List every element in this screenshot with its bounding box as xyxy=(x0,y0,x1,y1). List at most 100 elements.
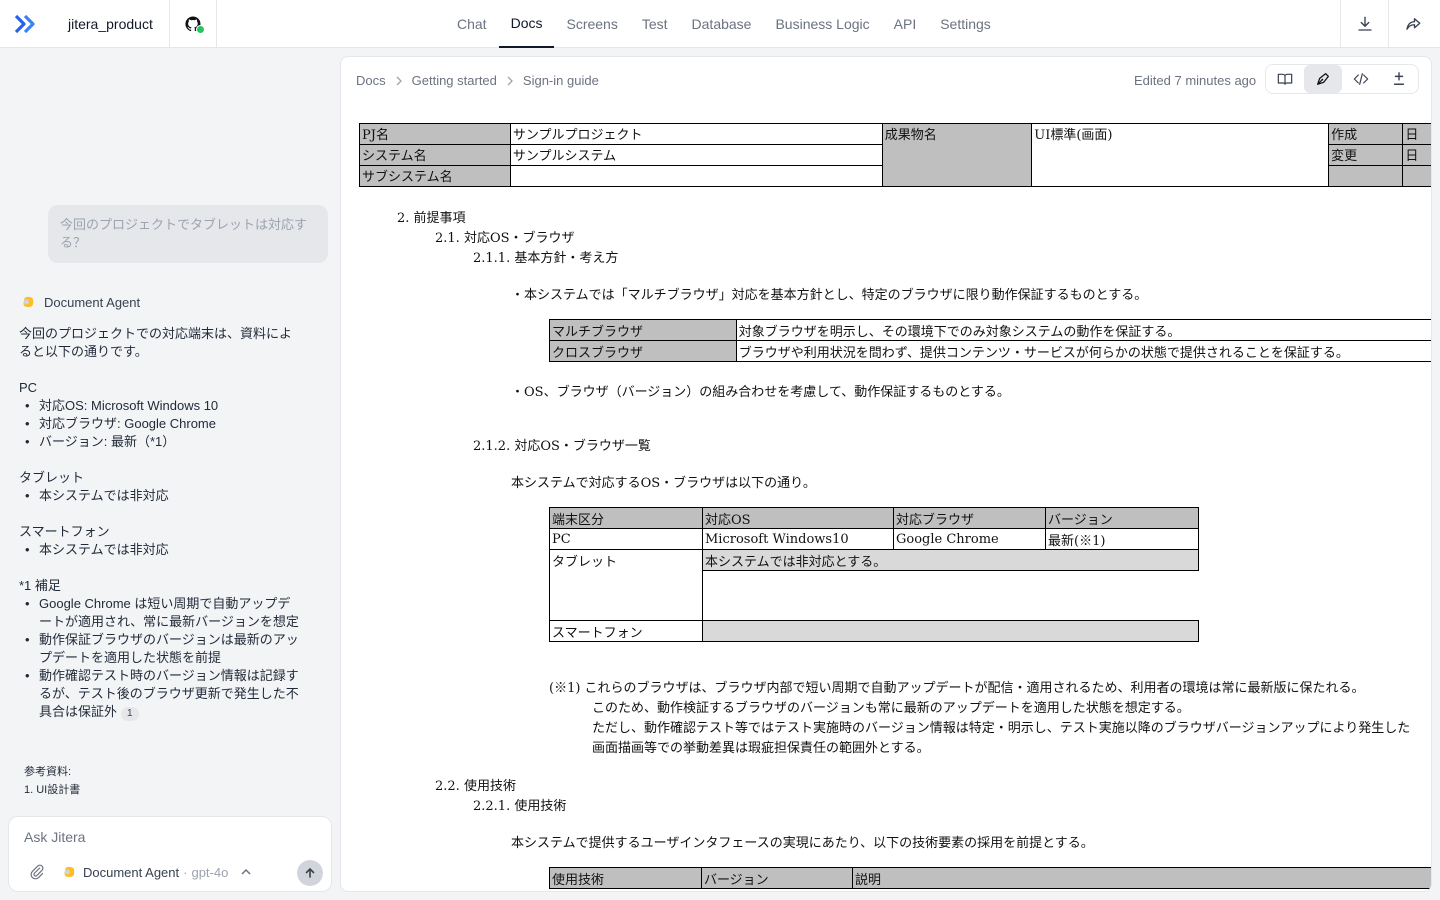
note-4: 画面描画等での挙動差異は瑕疵担保責任の範囲外とする。 xyxy=(592,741,930,756)
phone-heading: スマートフォン xyxy=(19,524,110,539)
share-button[interactable] xyxy=(1388,0,1436,48)
note-2: このため、動作検証するブラウザのバージョンも常に最新のアップデートを適用した状態… xyxy=(592,701,1190,716)
share-icon xyxy=(1405,18,1420,30)
document-content: PJ名 サンプルプロジェクト 成果物名 UI標準(画面) 作成 日 システム名 … xyxy=(341,103,1431,891)
tab-docs[interactable]: Docs xyxy=(498,0,555,48)
tablet-list: 本システムでは非対応 xyxy=(19,487,299,505)
created-label: 作成 xyxy=(1328,123,1404,145)
breadcrumb-docs[interactable]: Docs xyxy=(356,73,386,88)
list-item: 動作保証ブラウザのバージョンは最新のアップデートを適用した状態を前提 xyxy=(19,631,299,667)
tab-api[interactable]: API xyxy=(882,0,929,48)
model-selector[interactable]: Document Agent · gpt-4o xyxy=(83,865,252,880)
table-header: バージョン xyxy=(1045,507,1199,529)
chat-input-box: Ask Jitera Document Agent · gpt-4o xyxy=(8,816,332,892)
section-2-2-heading: 2.2. 使用技術 xyxy=(435,779,516,794)
composer-toolbar: Document Agent · gpt-4o xyxy=(29,864,252,880)
tab-screens[interactable]: Screens xyxy=(554,0,629,48)
os-browser-table: 端末区分 対応OS 対応ブラウザ バージョン PC Microsoft Wind… xyxy=(549,507,1199,642)
read-mode-button[interactable] xyxy=(1266,65,1304,93)
project-name[interactable]: jitera_product xyxy=(52,0,170,48)
edit-mode-button[interactable] xyxy=(1304,65,1342,93)
chevron-right-icon xyxy=(507,76,513,85)
main-nav: Chat Docs Screens Test Database Business… xyxy=(445,0,1003,48)
citation-badge[interactable]: 1 xyxy=(121,707,139,721)
tablet-heading: タブレット xyxy=(19,470,85,485)
list-item: 対応OS: Microsoft Windows 10 xyxy=(19,397,299,415)
user-message: 今回のプロジェクトでタブレットは対応する？ xyxy=(48,205,328,263)
subsystem-value xyxy=(509,165,883,187)
attach-icon[interactable] xyxy=(29,864,45,880)
table-cell xyxy=(703,571,1199,621)
document-panel: Docs Getting started Sign-in guide Edite… xyxy=(340,56,1432,892)
list-item: 対応ブラウザ: Google Chrome xyxy=(19,415,299,433)
send-button[interactable] xyxy=(297,860,323,886)
agent-header: Document Agent xyxy=(20,294,140,310)
section-2-1-heading: 2.1. 対応OS・ブラウザ xyxy=(435,231,575,246)
tab-chat[interactable]: Chat xyxy=(445,0,499,48)
references: 参考資料: 1. UI設計書 xyxy=(24,763,80,799)
agent-answer: 今回のプロジェクトでの対応端末は、資料によると以下の通りです。 PC 対応OS:… xyxy=(19,325,299,721)
combination-paragraph: ・OS、ブラウザ（バージョン）の組み合わせを考慮して、動作保証するものとする。 xyxy=(511,385,1010,400)
download-button[interactable] xyxy=(1340,0,1388,48)
changed-value: 日 xyxy=(1402,144,1431,166)
chevron-right-icon xyxy=(396,76,402,85)
note-3: ただし、動作確認テスト等ではテスト実施時のバージョン情報は特定・明示し、テスト実… xyxy=(592,721,1411,736)
breadcrumb-getting-started[interactable]: Getting started xyxy=(412,73,497,88)
pc-heading: PC xyxy=(19,380,38,395)
code-mode-button[interactable] xyxy=(1342,65,1380,93)
deliverable-value: UI標準(画面) xyxy=(1031,123,1330,187)
browser-policy-table: マルチブラウザ 対象ブラウザを明示し、その環境下でのみ対象システムの動作を保証す… xyxy=(549,319,1431,362)
table-cell: タブレット xyxy=(549,549,703,571)
table-cell xyxy=(549,570,703,621)
diff-mode-button[interactable] xyxy=(1380,65,1418,93)
section-2-2-1-heading: 2.2.1. 使用技術 xyxy=(473,799,567,814)
list-item: 本システムでは非対応 xyxy=(19,487,299,505)
section-2-1-2-heading: 2.1.2. 対応OS・ブラウザ一覧 xyxy=(473,439,651,454)
subsystem-label: サブシステム名 xyxy=(359,165,511,187)
table-cell: Microsoft Windows10 xyxy=(702,528,894,550)
top-bar: jitera_product Chat Docs Screens Test Da… xyxy=(0,0,1440,48)
list-item: バージョン: 最新（*1） xyxy=(19,433,299,451)
empty-cell xyxy=(1402,165,1431,187)
note-list: Google Chrome は短い周期で自動アップデートが適用され、常に最新バー… xyxy=(19,595,299,721)
document-header-table: PJ名 サンプルプロジェクト 成果物名 UI標準(画面) 作成 日 システム名 … xyxy=(359,123,1431,187)
table-header: 対応OS xyxy=(702,507,894,529)
references-label: 参考資料: xyxy=(24,766,72,778)
tab-business-logic[interactable]: Business Logic xyxy=(763,0,881,48)
tab-settings[interactable]: Settings xyxy=(928,0,1003,48)
tech-paragraph: 本システムで提供するユーザインタフェースの実現にあたり、以下の技術要素の採用を前… xyxy=(511,836,1094,851)
tab-test[interactable]: Test xyxy=(630,0,680,48)
section-2-heading: 2. 前提事項 xyxy=(397,211,466,226)
pc-list: 対応OS: Microsoft Windows 10 対応ブラウザ: Googl… xyxy=(19,397,299,451)
note-text: 動作確認テスト時のバージョン情報は記録するが、テスト後のブラウザ更新で発生した不… xyxy=(39,668,299,719)
arrow-up-icon xyxy=(305,867,315,878)
github-icon[interactable] xyxy=(170,0,217,48)
created-value: 日 xyxy=(1402,123,1431,145)
edited-status: Edited 7 minutes ago xyxy=(1134,73,1257,88)
answer-intro: 今回のプロジェクトでの対応端末は、資料によると以下の通りです。 xyxy=(19,326,293,359)
deliverable-label: 成果物名 xyxy=(881,123,1033,187)
tech-table: 使用技術 バージョン 説明 xyxy=(549,867,1431,889)
tab-database[interactable]: Database xyxy=(680,0,764,48)
model-name: gpt-4o xyxy=(191,864,229,880)
table-header: 対応ブラウザ xyxy=(893,507,1046,529)
list-item: 本システムでは非対応 xyxy=(19,541,299,559)
reference-link[interactable]: 1. UI設計書 xyxy=(24,781,80,799)
breadcrumb-sign-in-guide[interactable]: Sign-in guide xyxy=(523,73,599,88)
pen-icon xyxy=(1317,73,1329,85)
policy-paragraph: ・本システムでは「マルチブラウザ」対応を基本方針とし、特定のブラウザに限り動作保… xyxy=(511,288,1148,303)
system-value: サンプルシステム xyxy=(509,144,883,166)
table-cell: Google Chrome xyxy=(893,528,1046,550)
connected-status-dot xyxy=(196,25,205,34)
breadcrumb: Docs Getting started Sign-in guide xyxy=(356,73,599,88)
agent-icon xyxy=(23,296,34,307)
jitera-logo[interactable] xyxy=(0,0,52,48)
policy-desc: 対象ブラウザを明示し、その環境下でのみ対象システムの動作を保証する。 xyxy=(735,319,1431,341)
table-header: バージョン xyxy=(700,867,854,889)
document-toolbar: Docs Getting started Sign-in guide Edite… xyxy=(341,57,1431,103)
chat-input[interactable]: Ask Jitera xyxy=(24,829,85,845)
table-cell: PC xyxy=(549,528,703,550)
list-item: 動作確認テスト時のバージョン情報は記録するが、テスト後のブラウザ更新で発生した不… xyxy=(19,667,299,721)
note-heading: *1 補足 xyxy=(19,578,61,593)
empty-cell xyxy=(1328,165,1404,187)
